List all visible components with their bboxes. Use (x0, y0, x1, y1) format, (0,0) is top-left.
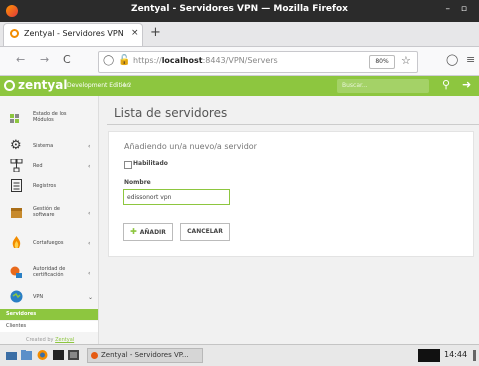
menu-icon[interactable]: ≡ (466, 53, 475, 66)
window-controls[interactable]: – ▫ (446, 4, 471, 14)
sidebar-item-label: Sistema (33, 143, 54, 149)
sidebar-item-label: Autoridad de certificación (33, 266, 66, 278)
zentyal-favicon (10, 29, 19, 38)
edition-label: Development Edition (67, 82, 131, 89)
pocket-icon[interactable]: ◯ (446, 53, 458, 66)
zentyal-logo-icon (4, 80, 15, 91)
navigation-bar: ← → C ◯ 🔓 https://localhost:8443/VPN/Ser… (0, 47, 479, 76)
vpn-icon (10, 290, 23, 303)
tab-zentyal-vpn[interactable]: Zentyal - Servidores VPN × (4, 24, 142, 46)
clock[interactable]: 14:44 (444, 350, 467, 359)
taskbar-task-label: Zentyal - Servidores VP... (101, 351, 189, 359)
bookmark-star-icon[interactable]: ☆ (401, 54, 411, 67)
logs-icon (11, 179, 22, 192)
module-status-icon (10, 114, 19, 123)
chevron-left-icon: ‹ (88, 270, 91, 277)
sidebar-item-logs[interactable]: Registros (0, 174, 98, 198)
system-gear-icon: ⚙ (10, 138, 22, 153)
chevron-down-icon: ⌄ (88, 294, 94, 301)
forward-button[interactable]: → (40, 53, 49, 66)
zoom-level-badge[interactable]: 80% (369, 55, 395, 69)
taskbar-task-firefox[interactable]: Zentyal - Servidores VP... (87, 348, 203, 363)
form-title: Añadiendo un/a nuevo/a servidor (124, 142, 257, 151)
sidebar-item-vpn[interactable]: VPN ⌄ (0, 285, 98, 309)
sidebar-item-firewall[interactable]: Cortafuegos ‹ (0, 231, 98, 255)
sidebar-item-label: Cortafuegos (33, 240, 64, 246)
sidebar-subitem-servidores[interactable]: Servidores (0, 309, 98, 320)
chevron-left-icon: ‹ (88, 143, 91, 150)
firewall-icon (12, 236, 21, 248)
tracking-shield-icon[interactable]: ◯ (103, 55, 114, 66)
chevron-left-icon: ‹ (88, 210, 91, 217)
network-icon (10, 159, 23, 172)
back-button[interactable]: ← (16, 53, 25, 66)
chevron-left-icon: ‹ (88, 163, 91, 170)
certificate-authority-icon (10, 266, 22, 278)
sidebar-item-label: Red (33, 163, 43, 169)
lock-icon[interactable]: 🔓 (118, 55, 130, 66)
logout-icon[interactable]: ➜ (462, 78, 471, 91)
show-desktop-icon[interactable] (6, 350, 17, 360)
title-divider (107, 124, 479, 125)
reload-button[interactable]: C (63, 53, 71, 66)
search-input[interactable]: Buscar... (337, 79, 429, 93)
terminal-icon[interactable] (53, 350, 64, 360)
created-by-footer: Created by Zentyal (26, 337, 75, 343)
chevron-left-icon: ‹ (88, 240, 91, 247)
sidebar-item-label: Registros (33, 183, 57, 189)
sidebar-item-label: VPN (33, 294, 44, 300)
name-label: Nombre (124, 179, 151, 186)
plus-icon: ✚ (130, 227, 137, 236)
search-icon[interactable]: ⚲ (442, 78, 450, 91)
software-management-icon (11, 208, 22, 218)
tab-label: Zentyal - Servidores VPN (24, 29, 124, 38)
sidebar-item-label: Estado de los Módulos (33, 111, 67, 123)
taskbar: Zentyal - Servidores VP... 14:44 (0, 344, 479, 366)
workspace-icon[interactable] (68, 350, 79, 360)
file-manager-icon[interactable] (21, 350, 32, 360)
zentyal-logo[interactable]: zentyal (18, 78, 67, 92)
page-title: Lista de servidores (114, 106, 228, 120)
sidebar-item-software[interactable]: Gestión de software ‹ (0, 201, 98, 225)
version-label: 4.2 (122, 82, 132, 89)
cancel-button[interactable]: CANCELAR (180, 223, 230, 241)
zentyal-header: zentyal Development Edition 4.2 Buscar..… (0, 76, 479, 96)
enabled-checkbox[interactable] (124, 161, 132, 169)
url-text[interactable]: https://localhost:8443/VPN/Servers (133, 56, 278, 65)
sidebar-item-label: Gestión de software (33, 206, 60, 218)
taskbar-end-handle[interactable] (473, 350, 476, 361)
zentyal-link[interactable]: Zentyal (55, 337, 74, 343)
add-button[interactable]: ✚ AÑADIR (123, 223, 173, 241)
firefox-task-icon (91, 352, 98, 359)
close-tab-icon[interactable]: × (131, 28, 139, 38)
sidebar-item-certificate-authority[interactable]: Autoridad de certificación ‹ (0, 261, 98, 285)
url-bar[interactable]: ◯ 🔓 https://localhost:8443/VPN/Servers 8… (98, 51, 418, 73)
new-tab-button[interactable]: + (150, 25, 161, 40)
window-title: Zentyal - Servidores VPN — Mozilla Firef… (131, 4, 348, 14)
name-field[interactable] (123, 189, 230, 205)
firefox-launcher-icon[interactable] (37, 350, 48, 360)
system-tray[interactable] (418, 349, 440, 362)
sidebar-subitem-clientes[interactable]: Clientes (0, 321, 98, 332)
tab-strip: Zentyal - Servidores VPN × + (0, 22, 479, 47)
window-titlebar: Zentyal - Servidores VPN — Mozilla Firef… (0, 0, 479, 22)
enabled-label: Habilitado (133, 160, 168, 167)
sidebar-item-module-status[interactable]: Estado de los Módulos (0, 106, 98, 130)
